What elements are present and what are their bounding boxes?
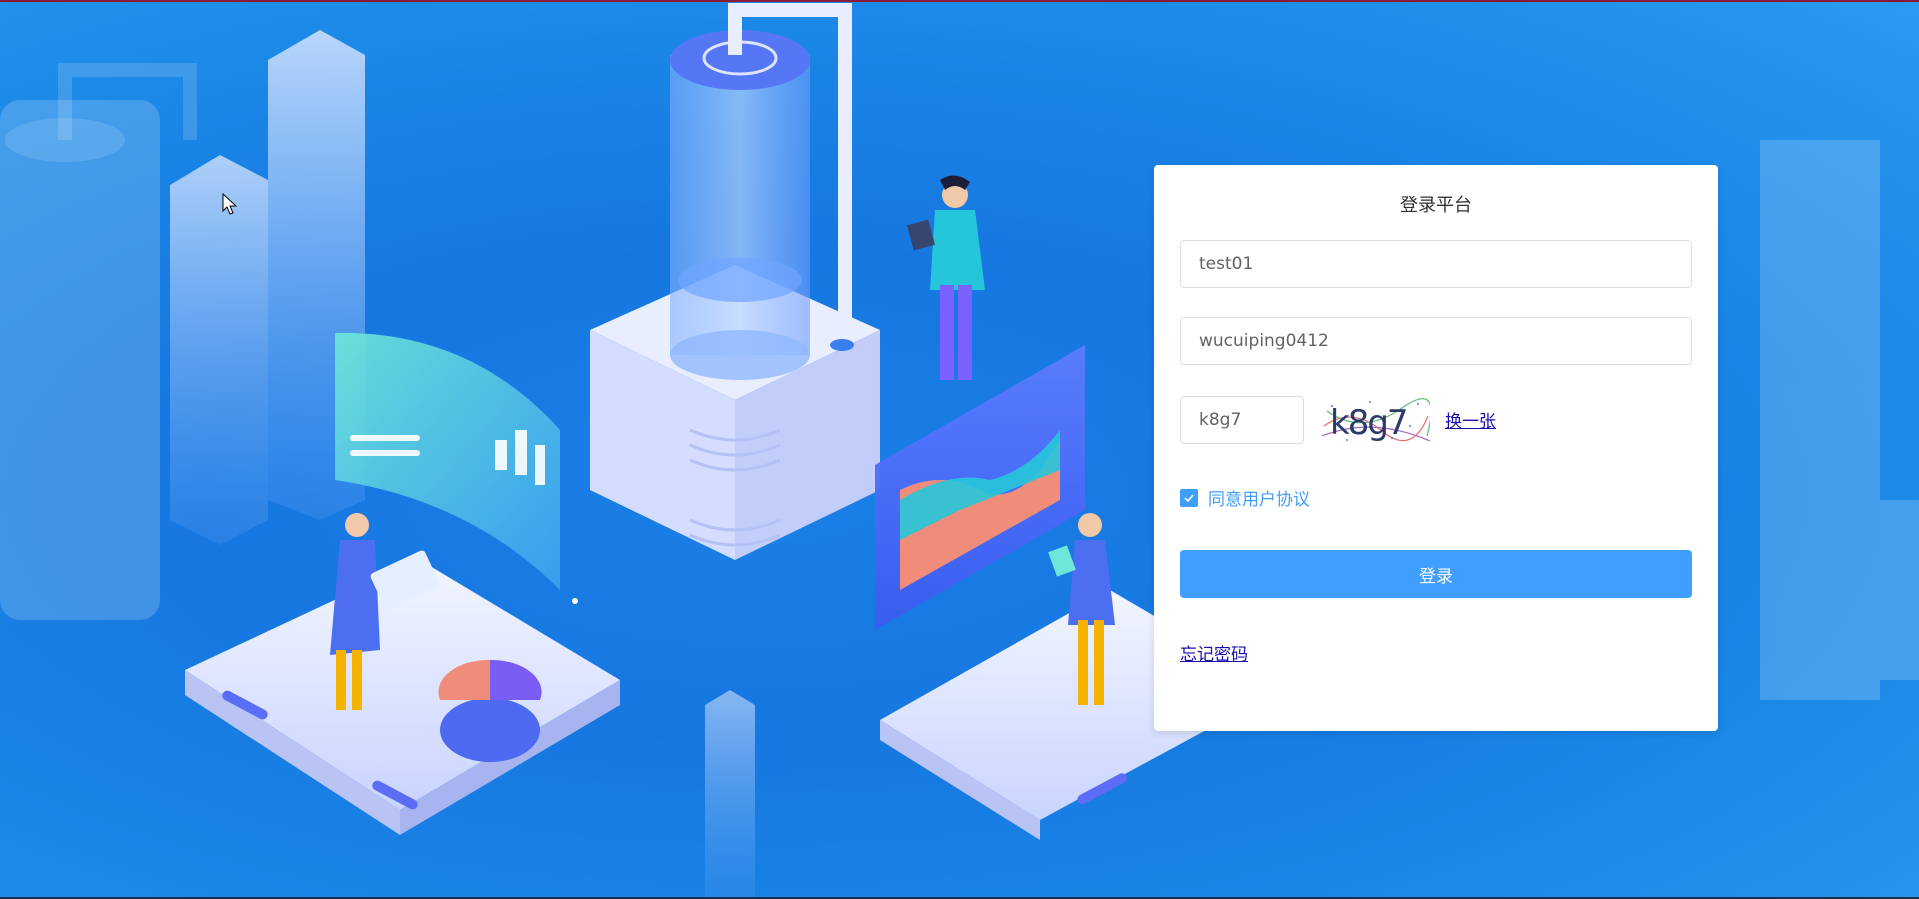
captcha-refresh-link[interactable]: 换一张: [1445, 407, 1496, 432]
checkbox-checked-icon[interactable]: [1180, 488, 1198, 507]
captcha-text: k8g7: [1330, 403, 1407, 443]
top-border: [0, 0, 1919, 2]
forgot-password-link[interactable]: 忘记密码: [1180, 640, 1248, 665]
login-button[interactable]: 登录: [1180, 550, 1692, 598]
captcha-image[interactable]: k8g7: [1322, 396, 1430, 446]
login-title: 登录平台: [1400, 195, 1472, 216]
username-input[interactable]: [1180, 240, 1692, 288]
mouse-cursor-icon: [222, 192, 238, 221]
login-panel: 登录平台 k8g7 换一张 同意用户协议 登录 忘记密码: [1154, 165, 1718, 731]
captcha-input[interactable]: [1180, 396, 1304, 444]
agree-terms-label: 同意用户协议: [1208, 490, 1310, 510]
agree-terms-checkbox[interactable]: 同意用户协议: [1180, 485, 1310, 510]
password-input[interactable]: [1180, 317, 1692, 365]
